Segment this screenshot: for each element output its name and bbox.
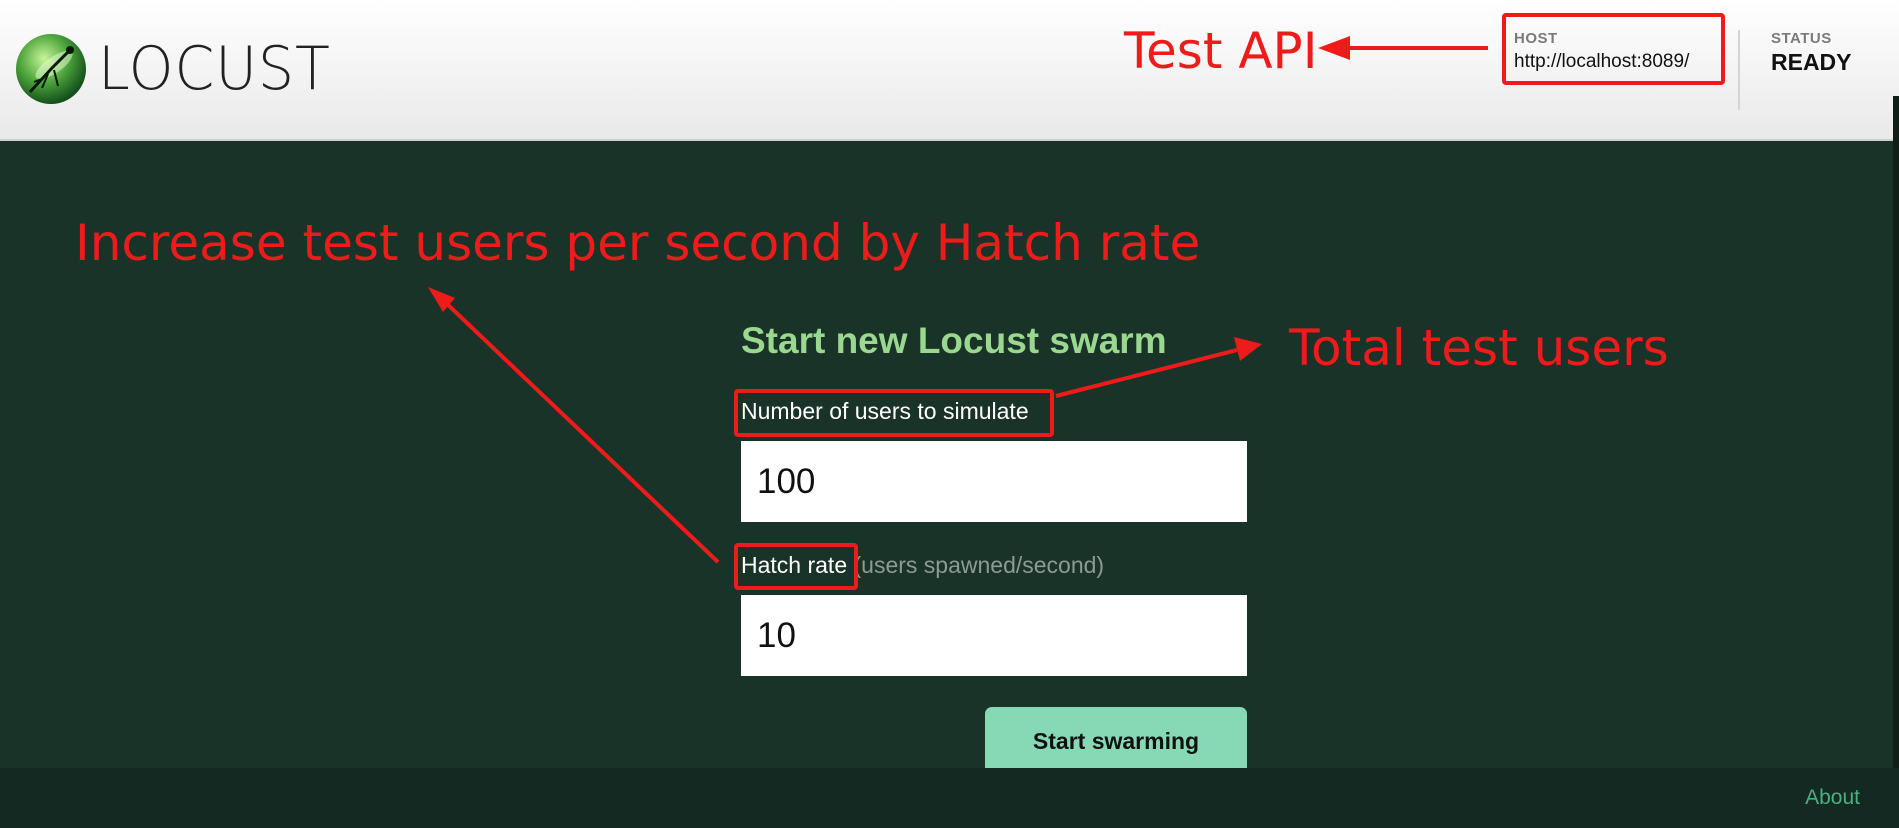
annotation-arrows (428, 36, 1488, 564)
